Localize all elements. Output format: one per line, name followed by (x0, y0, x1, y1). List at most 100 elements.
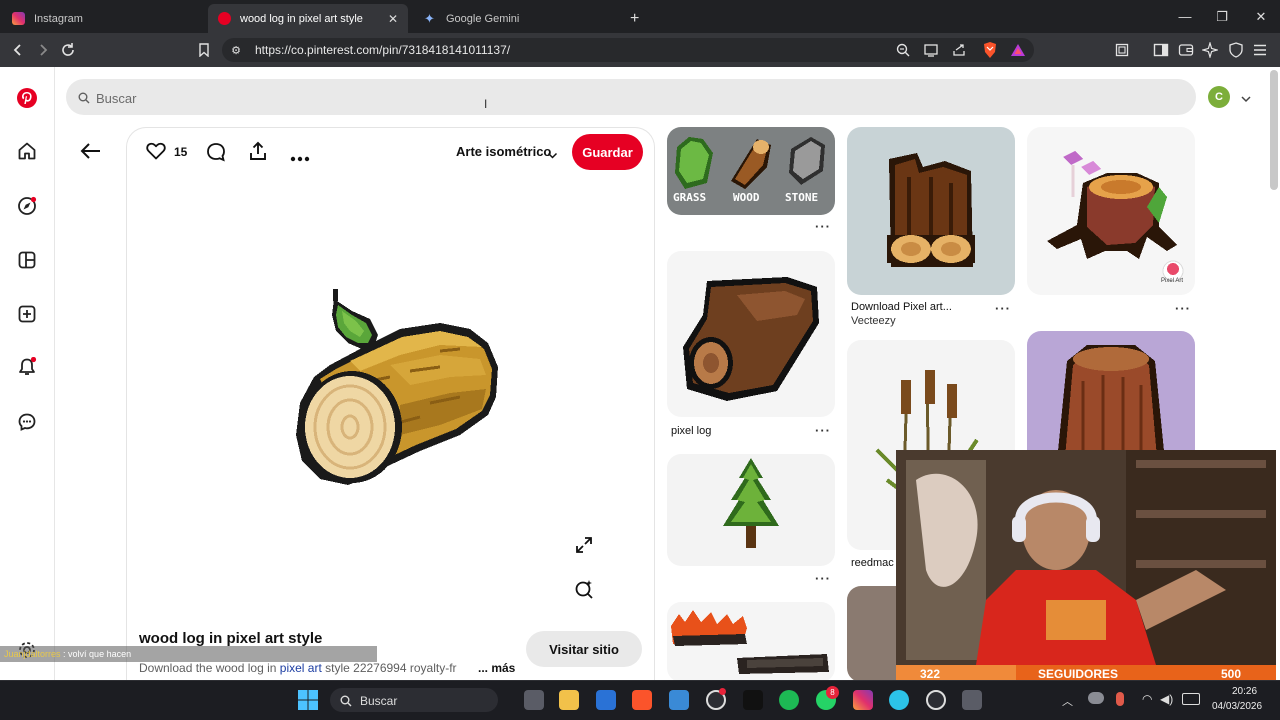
canva-icon[interactable] (889, 690, 909, 710)
maximize-icon[interactable]: ❐ (1203, 0, 1241, 33)
tab-label: wood log in pixel art style (240, 12, 363, 25)
minimize-icon[interactable]: — (1166, 0, 1204, 33)
chevron-down-icon[interactable] (1240, 91, 1252, 109)
pin-image[interactable] (290, 285, 505, 495)
battery-icon[interactable] (1182, 693, 1200, 705)
pin-title: wood log in pixel art style (139, 630, 323, 647)
chevron-up-icon[interactable]: ︿ (1062, 693, 1073, 709)
volume-icon[interactable]: ◀) (1160, 692, 1173, 706)
tiktok-icon[interactable] (743, 690, 763, 710)
windows-start-icon[interactable] (298, 690, 318, 715)
instagram-icon (12, 12, 25, 25)
more-options-icon[interactable]: ··· (995, 301, 1011, 316)
sidebar-icon[interactable] (1151, 40, 1171, 60)
photos-icon[interactable] (669, 690, 689, 710)
wallet-icon[interactable] (1176, 40, 1196, 60)
clock-time[interactable]: 20:26 (1232, 686, 1257, 697)
browser-tab-bar: Instagram wood log in pixel art style ✕ … (0, 0, 1280, 33)
chatgpt-icon[interactable] (926, 690, 946, 710)
chat-username: Juanjdaltorres (4, 649, 61, 659)
notifications-icon[interactable] (16, 356, 38, 378)
related-pin-pine-tree[interactable] (667, 454, 835, 566)
forward-icon[interactable] (33, 40, 53, 60)
search-input[interactable] (66, 79, 1196, 115)
explore-icon[interactable] (16, 195, 38, 217)
task-view-icon[interactable] (524, 690, 544, 710)
url-text[interactable]: https://co.pinterest.com/pin/73184181410… (255, 43, 510, 57)
more-options-icon[interactable]: ··· (815, 423, 831, 438)
pin-caption[interactable]: reedmac (851, 557, 894, 569)
pinterest-logo-icon[interactable] (16, 87, 38, 109)
comment-icon[interactable] (206, 142, 226, 167)
description-link[interactable]: pixel art (280, 661, 322, 675)
leo-ai-icon[interactable] (1200, 40, 1220, 60)
cast-icon[interactable] (921, 40, 941, 60)
more-options-icon[interactable]: ··· (815, 219, 831, 234)
back-arrow-icon[interactable] (80, 142, 102, 165)
create-icon[interactable] (16, 303, 38, 325)
instagram-icon[interactable] (853, 690, 873, 710)
new-tab-button[interactable]: + (620, 4, 644, 33)
avatar[interactable]: C (1208, 86, 1230, 108)
chat-overlay: Juanjdaltorres : volví que hacen (0, 646, 377, 662)
home-icon[interactable] (16, 140, 38, 162)
reload-icon[interactable] (58, 40, 78, 60)
onedrive-icon[interactable] (1088, 692, 1104, 704)
store-icon[interactable] (596, 690, 616, 710)
more-options-icon[interactable] (290, 149, 310, 167)
chevron-down-icon[interactable] (547, 147, 558, 165)
boards-icon[interactable] (16, 249, 38, 271)
back-icon[interactable] (8, 40, 28, 60)
menu-icon[interactable] (1250, 40, 1270, 60)
related-pin-wood-logs[interactable] (847, 127, 1015, 295)
bookmark-icon[interactable] (194, 40, 214, 60)
followers-progress (896, 665, 1016, 680)
visit-site-button[interactable]: Visitar sitio (526, 631, 642, 667)
more-options-icon[interactable]: ··· (815, 571, 831, 586)
tab-gemini[interactable]: ✦ Google Gemini (414, 4, 614, 33)
spotify-icon[interactable] (779, 690, 799, 710)
share-icon[interactable] (248, 141, 268, 166)
save-button[interactable]: Guardar (572, 134, 643, 170)
messages-icon[interactable] (16, 411, 38, 433)
calculator-icon[interactable] (962, 690, 982, 710)
related-pin-pixel-log[interactable] (667, 251, 835, 417)
tab-instagram[interactable]: Instagram (2, 4, 206, 33)
brave-icon[interactable] (632, 690, 652, 710)
webcam-overlay (896, 450, 1276, 665)
taskbar-search[interactable] (330, 688, 498, 712)
microphone-icon[interactable] (1116, 692, 1124, 706)
pin-caption[interactable]: Download Pixel art... (851, 301, 952, 313)
tab-pinterest[interactable]: wood log in pixel art style ✕ (208, 4, 408, 33)
expand-icon[interactable] (574, 535, 594, 560)
close-tab-icon[interactable]: ✕ (388, 12, 398, 26)
description-text: style 22276994 royalty-fr (321, 661, 457, 675)
page-scrollbar[interactable] (1270, 70, 1278, 190)
pixel-art-badge: Pixel Art (1161, 278, 1184, 284)
close-window-icon[interactable]: ✕ (1242, 0, 1280, 33)
brave-rewards-icon[interactable] (1008, 40, 1028, 60)
zoom-icon[interactable] (893, 40, 913, 60)
more-options-icon[interactable]: ··· (1175, 301, 1191, 316)
wifi-icon[interactable]: ◠ (1142, 692, 1152, 706)
wood-label: WOOD (733, 191, 760, 204)
visual-search-icon[interactable] (574, 579, 594, 604)
related-pin-burning-logs[interactable] (667, 602, 835, 680)
pin-author[interactable]: Vecteezy (851, 315, 896, 327)
pin-caption[interactable]: pixel log (671, 425, 711, 437)
board-select[interactable]: Arte isométrico (456, 144, 551, 159)
share-icon[interactable] (949, 40, 969, 60)
site-settings-icon[interactable]: ⚙ (226, 40, 246, 60)
file-explorer-icon[interactable] (559, 690, 579, 710)
vpn-icon[interactable] (1226, 40, 1246, 60)
heart-icon[interactable] (146, 142, 166, 165)
related-pin-stump-mushrooms[interactable]: Pixel Art (1027, 127, 1195, 295)
related-pin-grass-wood-stone[interactable]: GRASS WOOD STONE (667, 127, 835, 215)
tab-label: Instagram (34, 12, 83, 25)
chat-message: volví que hacen (68, 649, 132, 659)
more-link[interactable]: ... más (478, 661, 515, 675)
search-placeholder: Buscar (96, 91, 137, 106)
brave-shield-icon[interactable] (980, 40, 1000, 60)
reader-icon[interactable] (1112, 40, 1132, 60)
clock-date[interactable]: 04/03/2026 (1212, 701, 1262, 712)
